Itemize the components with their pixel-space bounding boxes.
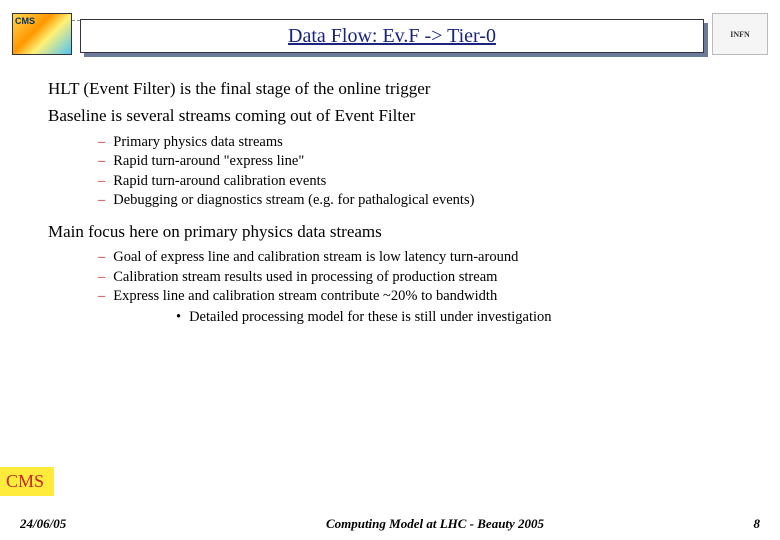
sub-text: Primary physics data streams	[113, 133, 283, 153]
dash-icon: –	[98, 172, 105, 192]
infn-logo: INFN	[712, 13, 768, 55]
bullet-3: Main focus here on primary physics data …	[48, 221, 760, 242]
dash-icon: –	[98, 248, 105, 268]
sub-text: Debugging or diagnostics stream (e.g. fo…	[113, 191, 474, 211]
dash-icon: –	[98, 268, 105, 288]
sub-text: Rapid turn-around calibration events	[113, 172, 326, 192]
bullet-3-sublist: –Goal of express line and calibration st…	[98, 248, 760, 327]
bullet-1: HLT (Event Filter) is the final stage of…	[48, 78, 760, 99]
cms-badge-text: CMS	[6, 471, 44, 491]
slide-header: CMS Data Flow: Ev.F -> Tier-0 INFN	[0, 0, 780, 60]
sub-item: –Calibration stream results used in proc…	[98, 268, 760, 288]
slide-title: Data Flow: Ev.F -> Tier-0	[288, 25, 496, 48]
sub-item: –Goal of express line and calibration st…	[98, 248, 760, 268]
sub-item: –Debugging or diagnostics stream (e.g. f…	[98, 191, 760, 211]
footer-date: 24/06/05	[20, 516, 140, 532]
sub-item: –Express line and calibration stream con…	[98, 287, 760, 307]
cms-logo: CMS	[12, 13, 72, 55]
dash-icon: –	[98, 191, 105, 211]
sub-sub-text: Detailed processing model for these is s…	[189, 307, 551, 327]
slide-footer: 24/06/05 Computing Model at LHC - Beauty…	[0, 516, 780, 532]
dash-icon: –	[98, 152, 105, 172]
dash-icon: –	[98, 133, 105, 153]
bullet-2-sublist: –Primary physics data streams –Rapid tur…	[98, 133, 760, 211]
infn-logo-text: INFN	[730, 30, 750, 39]
title-bar: Data Flow: Ev.F -> Tier-0	[80, 19, 704, 53]
sub-text: Calibration stream results used in proce…	[113, 268, 497, 288]
footer-title: Computing Model at LHC - Beauty 2005	[140, 516, 730, 532]
sub-item: –Primary physics data streams	[98, 133, 760, 153]
cms-badge: CMS	[0, 467, 54, 496]
title-front: Data Flow: Ev.F -> Tier-0	[80, 19, 704, 53]
footer-page-number: 8	[730, 516, 760, 532]
sub-text: Goal of express line and calibration str…	[113, 248, 518, 268]
bullet-dot-icon: •	[176, 307, 181, 327]
dash-icon: –	[98, 287, 105, 307]
sub-item: –Rapid turn-around calibration events	[98, 172, 760, 192]
sub-sub-item: • Detailed processing model for these is …	[176, 307, 760, 327]
sub-item: –Rapid turn-around "express line"	[98, 152, 760, 172]
bullet-2: Baseline is several streams coming out o…	[48, 105, 760, 126]
cms-logo-text: CMS	[15, 16, 35, 26]
slide-content: HLT (Event Filter) is the final stage of…	[0, 60, 780, 327]
sub-text: Express line and calibration stream cont…	[113, 287, 497, 307]
sub-text: Rapid turn-around "express line"	[113, 152, 304, 172]
